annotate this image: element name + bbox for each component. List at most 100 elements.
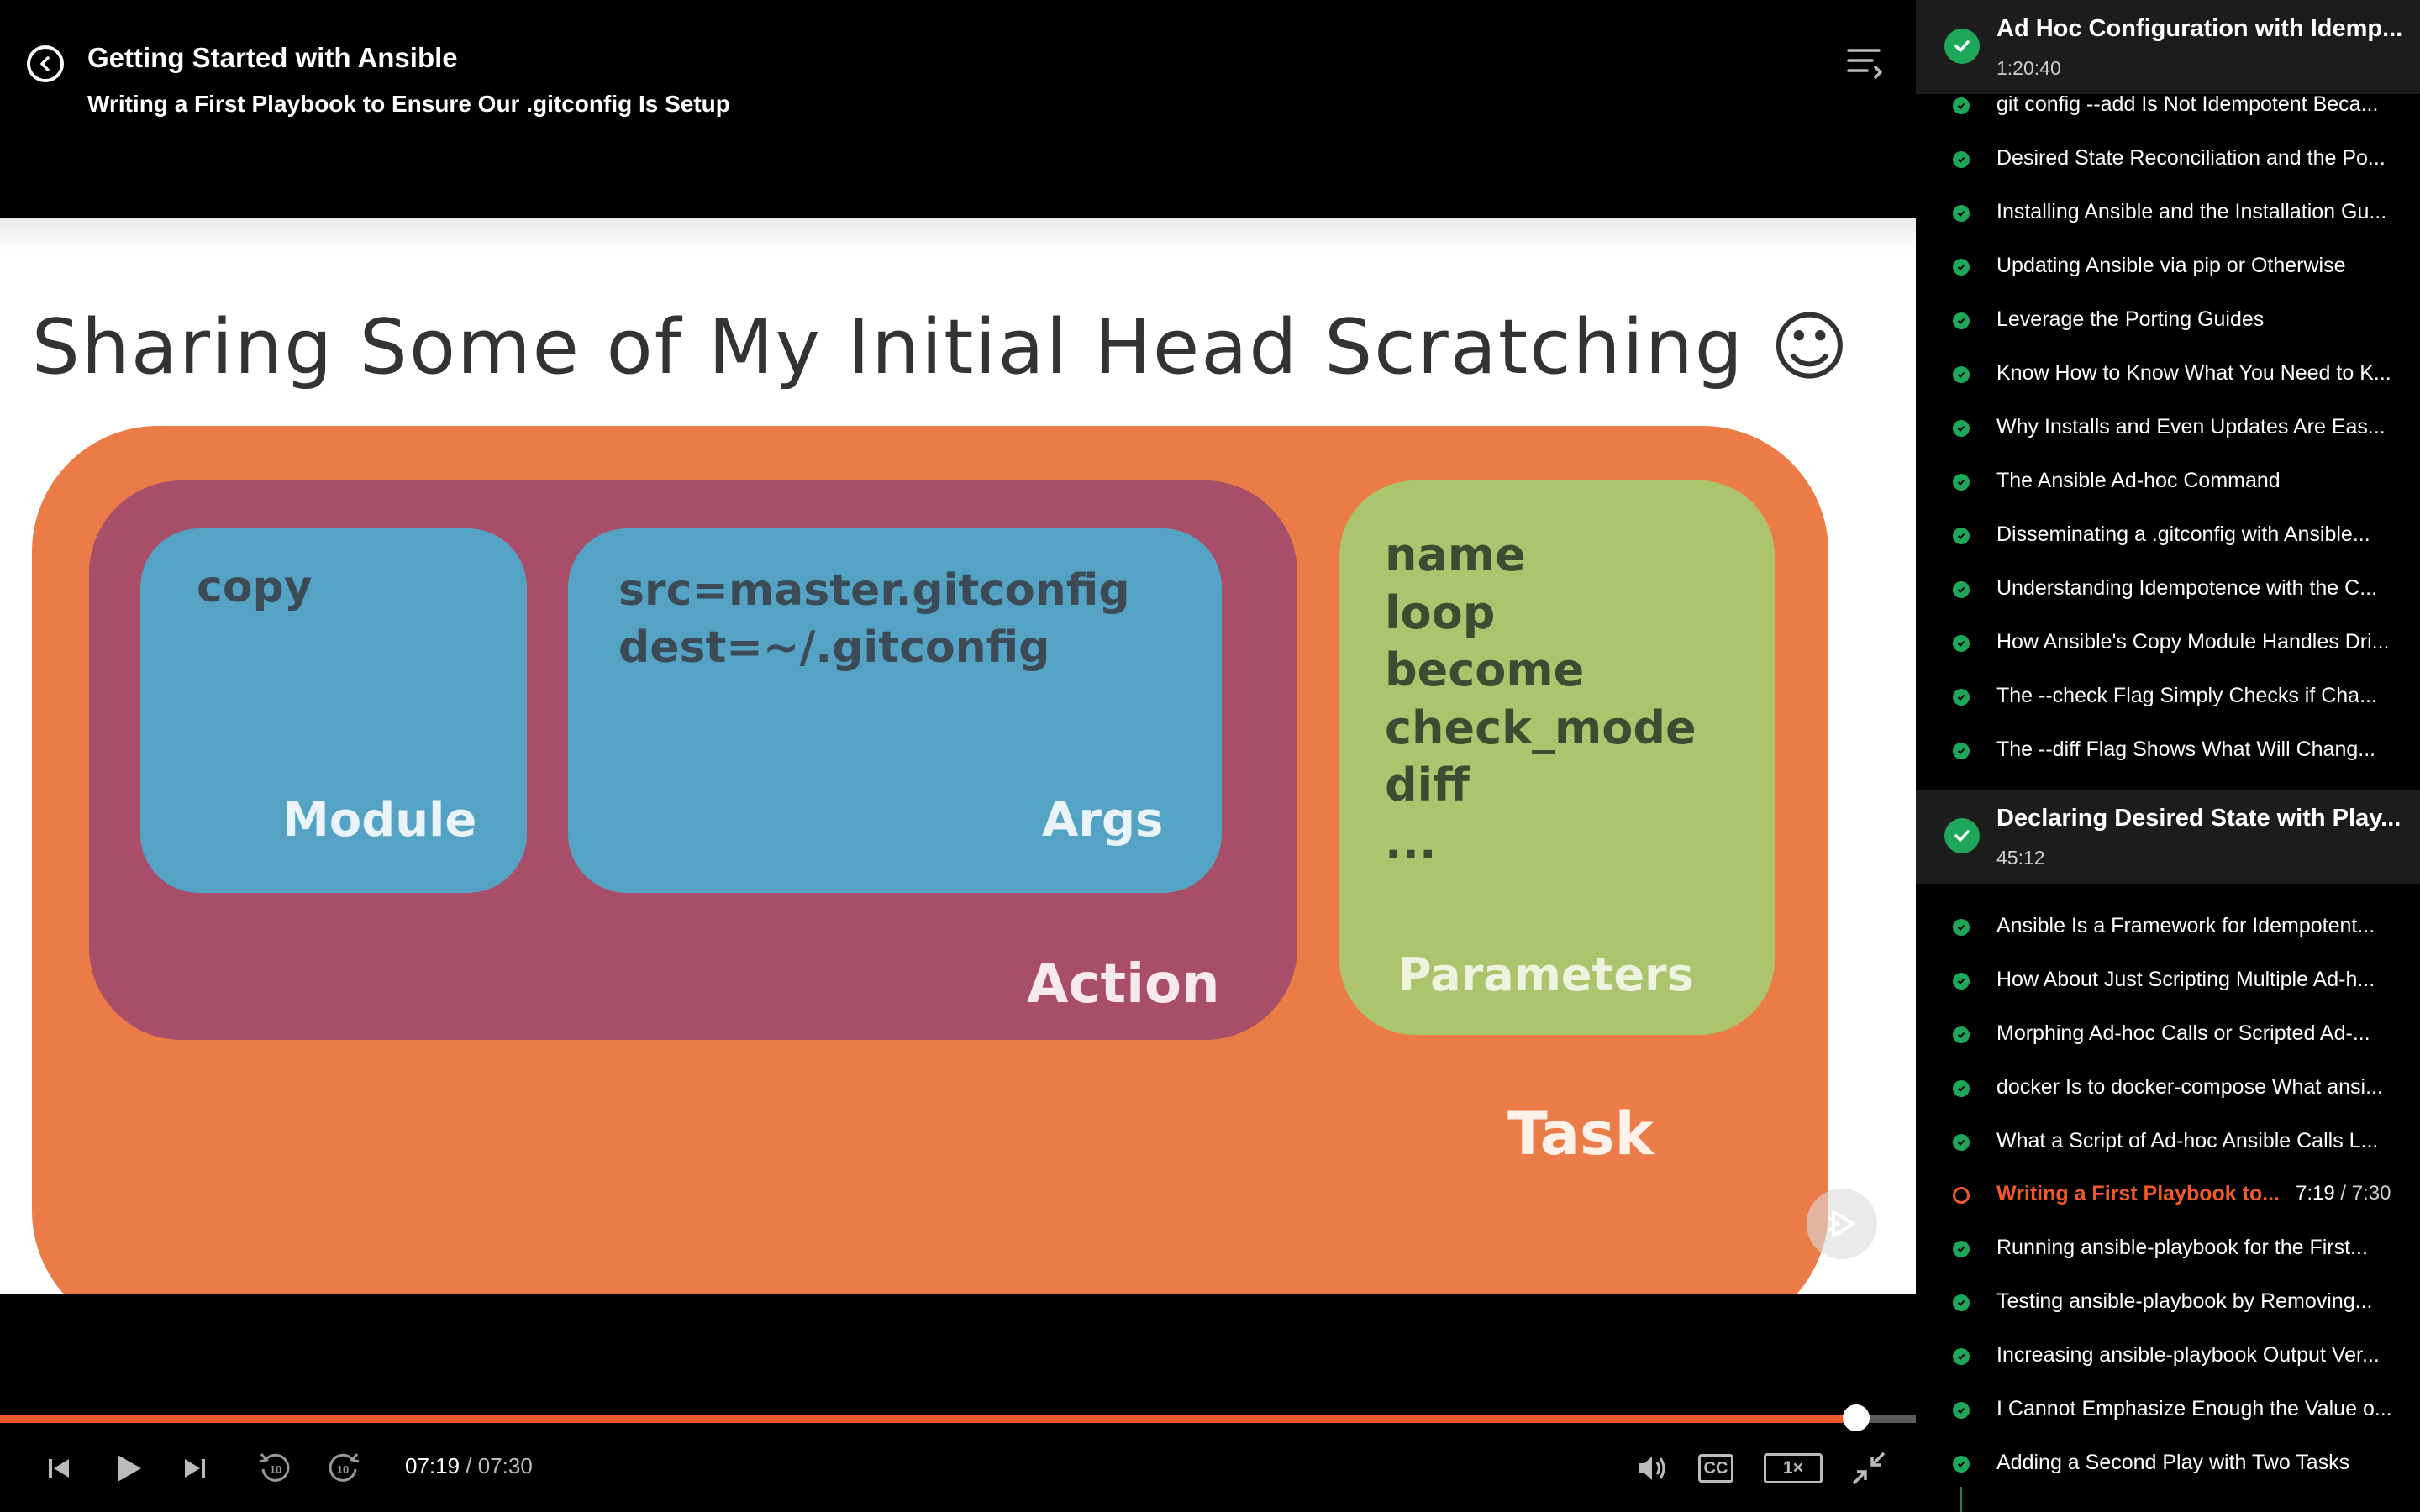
previous-icon <box>49 1459 69 1478</box>
player-header: Getting Started with Ansible Writing a F… <box>0 0 1916 218</box>
clip-time-separator: / <box>2334 1182 2352 1205</box>
chevron-left-icon <box>40 56 50 71</box>
clip-item[interactable]: Testing ansible-playbook by Removing... <box>1916 1274 2420 1328</box>
clip-item[interactable]: docker Is to docker-compose What ansi... <box>1916 1060 2420 1114</box>
rewind-10-icon: 10 <box>259 1453 290 1482</box>
clip-title: Updating Ansible via pip or Otherwise <box>1996 254 2346 277</box>
clip-title: How About Just Scripting Multiple Ad-h..… <box>1996 968 2375 991</box>
completed-check-icon <box>1944 818 1980 853</box>
completed-check-icon <box>1953 1456 1970 1473</box>
forward-10-icon: 10 <box>329 1453 360 1482</box>
clip-title: Adding a Second Play with Two Tasks <box>1996 1451 2350 1474</box>
completed-check-icon <box>1953 689 1970 706</box>
speed-button[interactable]: 1× <box>1761 1445 1825 1492</box>
progress-fill <box>0 1415 1857 1423</box>
rewind-10-button[interactable]: 10 <box>252 1445 299 1492</box>
clip-item[interactable]: Adding a Second Play with Two Tasks <box>1916 1436 2420 1489</box>
clip-title: Increasing ansible-playbook Output Ver..… <box>1996 1343 2380 1367</box>
clip-item[interactable]: Desired State Reconciliation and the Po.… <box>1916 131 2420 185</box>
clip-item[interactable]: The --check Flag Simply Checks if Cha... <box>1916 669 2420 722</box>
table-of-contents-button[interactable] <box>1845 42 1886 82</box>
svg-text:10: 10 <box>337 1463 349 1476</box>
course-title: Getting Started with Ansible <box>87 42 458 73</box>
completed-check-icon <box>1953 635 1970 652</box>
speed-icon: 1× <box>1764 1453 1823 1483</box>
back-button[interactable] <box>27 45 64 82</box>
module-title: Declaring Desired State with Play... <box>1996 805 2402 832</box>
clip-title: docker Is to docker-compose What ansi... <box>1996 1075 2383 1099</box>
completed-check-icon <box>1953 1402 1970 1419</box>
completed-check-icon <box>1953 205 1970 222</box>
clip-item[interactable]: Understanding Idempotence with the C... <box>1916 561 2420 615</box>
course-sidebar: Ad Hoc Configuration with Idemp... 1:20:… <box>1916 0 2420 1512</box>
module-duration: 45:12 <box>1996 847 2045 869</box>
clip-item-active[interactable]: Writing a First Playbook to... 7:19 / 7:… <box>1916 1167 2420 1221</box>
module-duration: 1:20:40 <box>1996 57 2061 79</box>
completed-check-icon <box>1953 1348 1970 1365</box>
clip-connector <box>1960 1487 1962 1512</box>
video-frame[interactable]: Sharing Some of My Initial Head Scratchi… <box>0 218 1916 1294</box>
clip-item[interactable]: Disseminating a .gitconfig with Ansible.… <box>1916 507 2420 561</box>
clip-item[interactable]: Ansible Is a Framework for Idempotent... <box>1916 899 2420 953</box>
completed-check-icon <box>1953 420 1970 437</box>
progress-handle[interactable] <box>1843 1404 1870 1431</box>
clip-title: Installing Ansible and the Installation … <box>1996 200 2387 223</box>
play-button[interactable] <box>104 1445 151 1492</box>
clip-title: I Cannot Emphasize Enough the Value o... <box>1996 1397 2392 1420</box>
exit-fullscreen-button[interactable] <box>1845 1445 1892 1492</box>
time-current: 07:19 <box>405 1453 460 1478</box>
parameters-content: name loop become check_mode diff ... <box>1385 528 1697 869</box>
module-label: Module <box>282 793 477 848</box>
clip-item[interactable]: Running ansible-playbook for the First..… <box>1916 1221 2420 1274</box>
clip-item[interactable]: git config --add Is Not Idempotent Beca.… <box>1916 77 2420 131</box>
clip-item[interactable]: Why Installs and Even Updates Are Eas... <box>1916 400 2420 454</box>
clip-item[interactable]: I Cannot Emphasize Enough the Value o... <box>1916 1382 2420 1436</box>
clip-item[interactable]: The Ansible Ad-hoc Command <box>1916 454 2420 507</box>
clip-title: How Ansible's Copy Module Handles Dri... <box>1996 630 2390 654</box>
clip-time-total: 7:30 <box>2351 1182 2391 1205</box>
completed-check-icon <box>1953 366 1970 383</box>
completed-check-icon <box>1953 1294 1970 1311</box>
clip-item[interactable]: Increasing ansible-playbook Output Ver..… <box>1916 1328 2420 1382</box>
clip-item[interactable]: Updating Ansible via pip or Otherwise <box>1916 239 2420 292</box>
clip-title: Ansible Is a Framework for Idempotent... <box>1996 914 2375 937</box>
module-content: copy <box>197 562 313 612</box>
completed-check-icon <box>1953 919 1970 936</box>
play-icon <box>118 1455 141 1482</box>
volume-icon <box>1639 1457 1665 1480</box>
clip-item[interactable]: What a Script of Ad-hoc Ansible Calls L.… <box>1916 1114 2420 1168</box>
completed-check-icon <box>1953 581 1970 598</box>
task-label: Task <box>1507 1100 1655 1168</box>
clip-title: Know How to Know What You Need to K... <box>1996 361 2391 385</box>
captions-button[interactable]: CC <box>1692 1445 1739 1492</box>
args-label: Args <box>1042 793 1164 848</box>
completed-check-icon <box>1953 259 1970 276</box>
time-display: 07:19 / 07:30 <box>405 1453 533 1479</box>
clip-item[interactable]: Installing Ansible and the Installation … <box>1916 185 2420 239</box>
svg-text:10: 10 <box>270 1463 281 1476</box>
clip-title: Writing a First Playbook to Ensure Our .… <box>87 91 730 117</box>
previous-button[interactable] <box>35 1445 82 1492</box>
completed-check-icon <box>1953 474 1970 491</box>
clip-item[interactable]: How Ansible's Copy Module Handles Dri... <box>1916 615 2420 669</box>
clip-title: The Ansible Ad-hoc Command <box>1996 469 2281 492</box>
clip-item[interactable]: How About Just Scripting Multiple Ad-h..… <box>1916 953 2420 1006</box>
completed-check-icon <box>1953 1241 1970 1257</box>
next-button[interactable] <box>171 1445 218 1492</box>
clip-item[interactable]: Morphing Ad-hoc Calls or Scripted Ad-... <box>1916 1006 2420 1060</box>
clip-title: Disseminating a .gitconfig with Ansible.… <box>1996 522 2370 546</box>
completed-check-icon <box>1944 29 1980 64</box>
completed-check-icon <box>1953 151 1970 168</box>
clip-title: The --diff Flag Shows What Will Chang... <box>1996 738 2376 761</box>
clip-item[interactable]: The --diff Flag Shows What Will Chang... <box>1916 722 2420 776</box>
clip-item[interactable]: Leverage the Porting Guides <box>1916 292 2420 346</box>
completed-check-icon <box>1953 97 1970 114</box>
forward-10-button[interactable]: 10 <box>319 1445 366 1492</box>
completed-check-icon <box>1953 528 1970 544</box>
volume-button[interactable] <box>1628 1445 1676 1492</box>
module-header[interactable]: Declaring Desired State with Play... 45:… <box>1916 790 2420 884</box>
progress-bar[interactable] <box>0 1404 1916 1431</box>
clip-time-current: 7:19 <box>2296 1182 2335 1205</box>
clip-item[interactable]: Know How to Know What You Need to K... <box>1916 346 2420 400</box>
pluralsight-watermark-icon <box>1807 1189 1877 1259</box>
